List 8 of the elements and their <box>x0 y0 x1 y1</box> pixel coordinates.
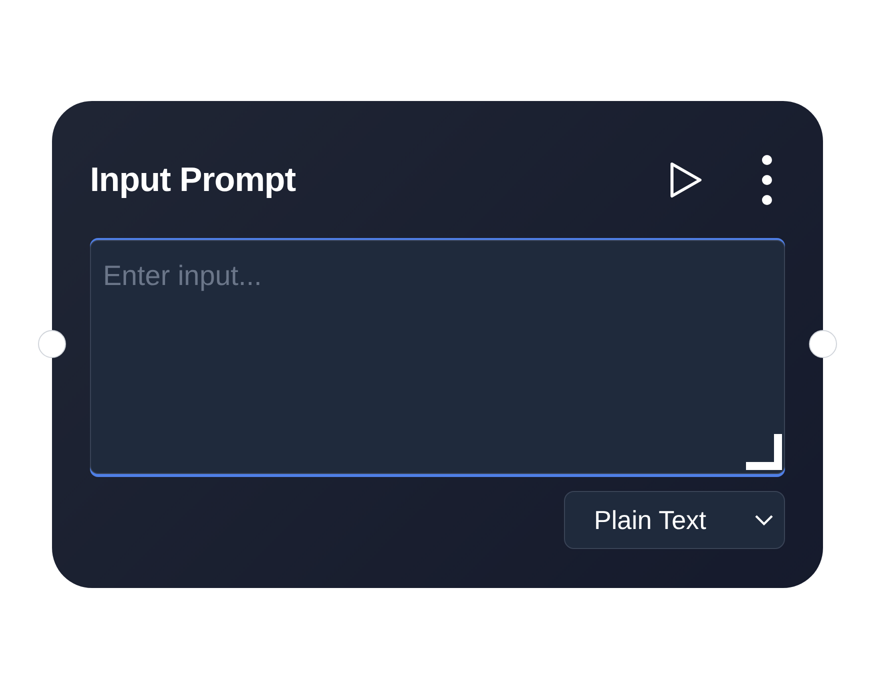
input-field[interactable]: Enter input... <box>90 240 785 474</box>
more-options-button[interactable] <box>761 154 773 206</box>
input-handle[interactable] <box>38 330 66 358</box>
output-handle[interactable] <box>809 330 837 358</box>
resize-grip-icon[interactable] <box>746 434 782 470</box>
format-dropdown[interactable]: Plain Text <box>564 491 785 549</box>
node-title: Input Prompt <box>90 160 296 201</box>
run-button[interactable] <box>669 161 703 199</box>
